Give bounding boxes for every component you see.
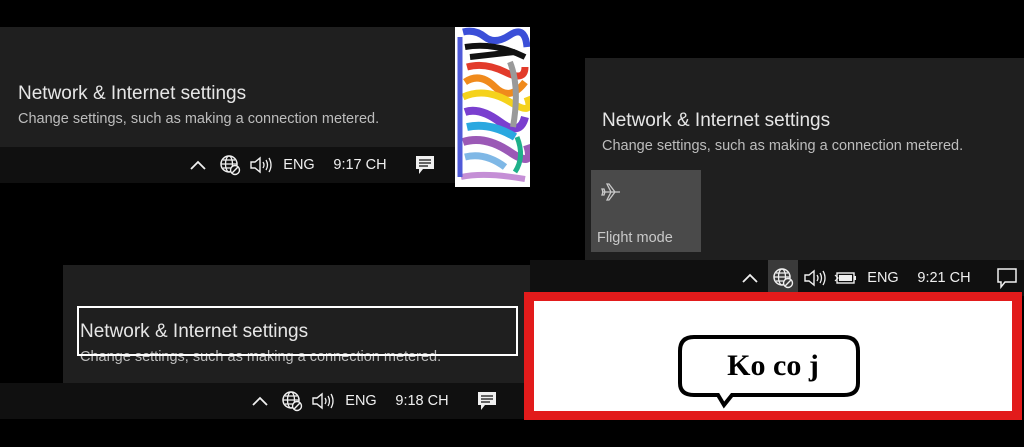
language-indicator[interactable]: ENG (864, 260, 902, 296)
battery-charging-icon[interactable] (832, 260, 860, 296)
taskbar-bottom-left: ENG 9:18 CH (0, 383, 530, 419)
clock[interactable]: 9:18 CH (390, 383, 454, 419)
flight-mode-label: Flight mode (597, 230, 673, 246)
action-center-icon[interactable] (472, 383, 502, 419)
language-indicator[interactable]: ENG (342, 383, 380, 419)
network-flyout-top-left: Network & Internet settings Change setti… (0, 27, 530, 147)
annotation-frame: Ko co j (524, 292, 1022, 420)
network-settings-subtitle: Change settings, such as making a connec… (18, 111, 380, 127)
taskbar-right: ENG 9:21 CH (530, 260, 1024, 296)
chevron-up-icon[interactable] (186, 147, 210, 183)
globe-network-icon[interactable] (768, 260, 798, 296)
scribble-drawing (455, 27, 530, 187)
flight-mode-tile[interactable]: Flight mode (591, 170, 701, 252)
chevron-up-icon[interactable] (738, 260, 762, 296)
clock[interactable]: 9:21 CH (912, 260, 976, 296)
taskbar-top-left: ENG 9:17 CH (0, 147, 530, 183)
volume-icon[interactable] (310, 383, 336, 419)
chevron-up-icon[interactable] (248, 383, 272, 419)
volume-icon[interactable] (248, 147, 274, 183)
globe-network-icon[interactable] (216, 147, 244, 183)
network-settings-title[interactable]: Network & Internet settings (602, 110, 830, 132)
annotation-canvas: Ko co j (534, 301, 1012, 411)
action-center-icon[interactable] (410, 147, 440, 183)
action-center-icon[interactable] (992, 260, 1022, 296)
network-settings-focus-rect (77, 306, 518, 356)
airplane-icon (601, 183, 620, 201)
network-flyout-right: Network & Internet settings Change setti… (585, 58, 1024, 260)
globe-network-icon[interactable] (278, 383, 306, 419)
network-settings-title[interactable]: Network & Internet settings (18, 83, 246, 105)
volume-icon[interactable] (802, 260, 828, 296)
language-indicator[interactable]: ENG (280, 147, 318, 183)
clock[interactable]: 9:17 CH (328, 147, 392, 183)
network-settings-subtitle: Change settings, such as making a connec… (602, 138, 964, 154)
speech-bubble-text: Ko co j (727, 349, 819, 382)
